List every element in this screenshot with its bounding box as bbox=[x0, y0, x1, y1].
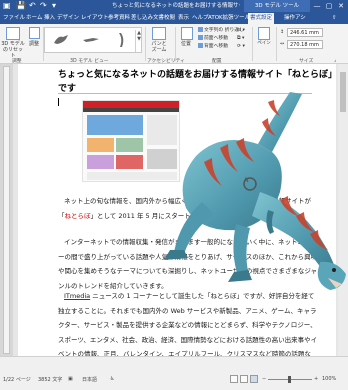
dino-foot-front bbox=[228, 270, 252, 282]
size-group-label: サイズ bbox=[299, 59, 314, 64]
proofing-icon[interactable]: ▣ bbox=[68, 376, 73, 382]
shot-hero bbox=[87, 115, 143, 135]
word-count[interactable]: 3852 文字 bbox=[38, 376, 62, 383]
paragraph-3-text: ニュースの 1 コーナーとして誕生した「ねとらぼ」ですが、好評自分を経て独立する… bbox=[58, 292, 318, 356]
bring-forward-button[interactable]: 前面へ移動 bbox=[198, 35, 228, 42]
arrange-group-label: 配置 bbox=[212, 59, 222, 64]
position-icon[interactable] bbox=[181, 27, 193, 40]
gallery-more-icon[interactable]: ▲ ▼ bbox=[135, 30, 142, 52]
dino-head bbox=[317, 261, 346, 290]
zoom-in-button[interactable]: + bbox=[314, 376, 318, 382]
size-dialog-launcher-icon[interactable]: ⌟ bbox=[334, 57, 336, 64]
pan-zoom-button[interactable]: パンと ズーム bbox=[147, 41, 171, 53]
close-button[interactable]: ✕ bbox=[335, 0, 347, 12]
separator bbox=[175, 27, 176, 61]
dino-leg-front bbox=[233, 224, 250, 276]
vertical-ruler bbox=[3, 66, 10, 354]
3d-dinosaur-model[interactable] bbox=[140, 92, 348, 292]
3d-view-gallery[interactable]: ▲ ▼ bbox=[44, 27, 142, 53]
netorabo-link[interactable]: ねとらぼ bbox=[65, 212, 91, 220]
dino-eye bbox=[332, 268, 336, 272]
shot-card bbox=[116, 155, 143, 169]
ribbon-tabs: ファイル ホーム 挿入 デザイン レイアウト 参考資料 差し込み文書 校閲 表示… bbox=[0, 12, 348, 24]
view-thumb-front[interactable] bbox=[51, 31, 71, 49]
document-title: ちょっと気になるネットの話題をお届けする情報サイト・ bbox=[112, 3, 240, 9]
tab-atok[interactable]: ATOK拡張ツール bbox=[206, 13, 252, 24]
tab-mailings[interactable]: 差し込み文書 bbox=[129, 13, 166, 24]
shot-card bbox=[87, 155, 114, 169]
height-field[interactable]: 246.61 mm bbox=[287, 28, 323, 37]
width-field[interactable]: 270.18 mm bbox=[287, 40, 323, 49]
zoom-level[interactable]: 100% bbox=[322, 376, 336, 382]
ribbon: 3D モデル のリセット 調整 調整 ▲ ▼ 3D モデル ビュー パンと ズーム… bbox=[0, 24, 348, 64]
pan-zoom-icon[interactable] bbox=[152, 27, 166, 40]
separator bbox=[252, 27, 253, 61]
zoom-slider-knob[interactable] bbox=[288, 376, 291, 383]
send-backward-button[interactable]: 背面へ移動 bbox=[198, 43, 228, 50]
page-count[interactable]: 1/22 ページ bbox=[3, 376, 31, 383]
redo-icon[interactable]: ↷ bbox=[40, 1, 47, 11]
adjust-group-label: 調整 bbox=[12, 59, 22, 64]
adjust-button[interactable]: 調整 bbox=[26, 41, 42, 47]
tab-tell-me[interactable]: 操作アシ bbox=[282, 13, 308, 24]
minimize-button[interactable]: — bbox=[311, 0, 323, 12]
share-icon[interactable]: ⇧ bbox=[330, 13, 339, 24]
view-thumb-top[interactable] bbox=[111, 31, 131, 49]
dino-foot-back bbox=[164, 250, 188, 260]
itmedia-link[interactable]: ITmedia bbox=[64, 292, 90, 300]
save-icon[interactable]: 💾 bbox=[16, 1, 26, 11]
accessibility-icon[interactable]: ♿ bbox=[110, 376, 114, 382]
focus-view-button[interactable] bbox=[230, 375, 238, 383]
tab-format[interactable]: 書式設定 bbox=[248, 13, 275, 24]
undo-icon[interactable]: ↶ bbox=[29, 1, 36, 11]
read-mode-button[interactable] bbox=[240, 375, 248, 383]
autosave-icon[interactable]: ▣ bbox=[3, 1, 11, 11]
view-thumb-side[interactable] bbox=[81, 31, 101, 49]
separator bbox=[276, 27, 277, 61]
zoom-out-button[interactable]: − bbox=[262, 376, 266, 382]
title-bar: ▣ 💾 ↶ ↷ ▾ ちょっと気になるネットの話題をお届けする情報サイト・ 3D … bbox=[0, 0, 348, 12]
send-backward-label: 背面へ移動 bbox=[204, 44, 228, 49]
height-icon: ↕ bbox=[280, 30, 285, 35]
position-button[interactable]: 位置 bbox=[177, 41, 195, 47]
shot-card bbox=[116, 138, 143, 152]
print-layout-button[interactable] bbox=[250, 375, 258, 383]
language[interactable]: 日本語 bbox=[82, 376, 97, 383]
selection-pane-button[interactable]: ペイン bbox=[254, 41, 274, 47]
shot-card bbox=[87, 138, 114, 152]
group-icon[interactable]: ⧉ ▾ bbox=[237, 35, 244, 42]
text-cursor bbox=[58, 98, 59, 106]
rotate-icon[interactable]: ⟳ ▾ bbox=[237, 43, 245, 50]
width-icon: ↔ bbox=[280, 42, 285, 47]
paragraph-3: ITmedia ニュースの 1 コーナーとして誕生した「ねとらぼ」ですが、好評自… bbox=[58, 289, 320, 356]
tab-view[interactable]: 表示 bbox=[176, 13, 191, 24]
3d-model-reset-icon[interactable] bbox=[6, 27, 20, 40]
tab-review[interactable]: 校閲 bbox=[162, 13, 177, 24]
align-icon[interactable]: ⊟ ▾ bbox=[237, 27, 245, 34]
size-group-label-left: アクセシビリティ bbox=[147, 59, 185, 64]
bring-forward-label: 前面へ移動 bbox=[204, 36, 228, 41]
restore-button[interactable]: ▢ bbox=[323, 0, 335, 12]
status-bar: 1/22 ページ 3852 文字 ▣ 日本語 ♿ − + 100% bbox=[0, 356, 348, 390]
context-tab-title: 3D モデル ツール bbox=[244, 0, 310, 12]
separator bbox=[145, 27, 146, 61]
tab-design[interactable]: デザイン bbox=[55, 13, 81, 24]
customize-qa-icon[interactable]: ▾ bbox=[52, 1, 56, 11]
adjust-icon[interactable] bbox=[29, 27, 40, 39]
3d-view-group-label: 3D モデル ビュー bbox=[70, 59, 109, 64]
selection-pane-icon[interactable] bbox=[258, 27, 270, 40]
doc-title-line1: ちょっと気になるネットの話題をお届けする情報サイト「ねとらぼ」 bbox=[58, 70, 336, 80]
